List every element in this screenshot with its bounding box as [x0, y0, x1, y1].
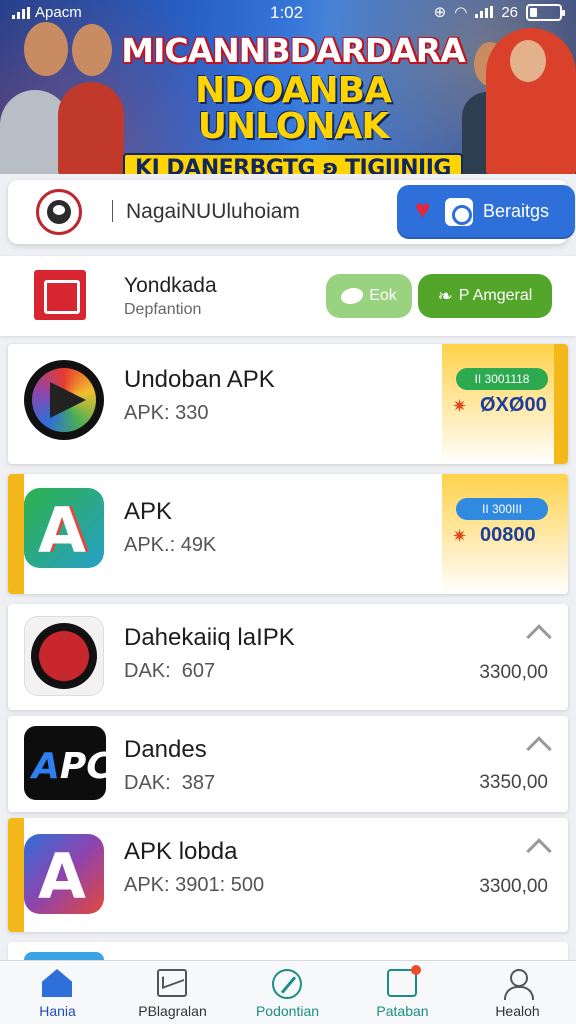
bird-button-label: Eok: [369, 287, 397, 304]
red-badge-icon: [24, 616, 104, 696]
category-button[interactable]: ❧ P Amgeral: [418, 274, 552, 318]
nav-home[interactable]: Hania: [0, 961, 115, 1024]
home-icon: [42, 969, 72, 997]
cell-signal-icon: [475, 6, 494, 18]
app-subtitle: APK: 3901: 500: [124, 874, 265, 896]
chevron-up-icon[interactable]: [526, 624, 552, 650]
banner-line-3: KI DANERBGTG ʚ TIGIINIIG: [123, 153, 463, 174]
app-card[interactable]: A APK lobda APK: 3901: 500 3300,00: [8, 818, 568, 932]
compass-icon: [272, 969, 302, 999]
vpn-icon: ⊕: [433, 4, 447, 21]
app-subtitle: APK.: 49K: [124, 534, 217, 556]
app-title: APK lobda: [124, 838, 238, 865]
favorites-button[interactable]: ♥ Beraitgs: [397, 185, 575, 239]
bird-button[interactable]: Eok: [326, 274, 412, 318]
developer-name: Yondkada: [124, 274, 217, 297]
app-card[interactable]: A APK APK.: 49K II 300III ✷ 00800: [8, 474, 568, 594]
seal-logo-icon: [36, 189, 82, 235]
status-icons: ⊕ ◠ 26: [433, 3, 565, 21]
developer-subtitle: Depfantion: [124, 301, 202, 318]
banner-line-2: NDOANBA UNLONAK: [195, 70, 392, 147]
bird-icon: [341, 288, 364, 304]
search-bar[interactable]: NagaiNUUluhoiam ♥ Beraitgs: [8, 180, 575, 244]
badge-value: ØXØ00: [480, 394, 547, 416]
search-input[interactable]: NagaiNUUluhoiam: [126, 200, 300, 224]
app-subtitle: DAK: 607: [124, 660, 216, 682]
nav-label: Healoh: [495, 1003, 540, 1019]
chevron-up-icon[interactable]: [526, 736, 552, 762]
app-subtitle: DAK: 387: [124, 772, 216, 794]
icon-letters-pc: PC: [59, 746, 113, 787]
chevron-up-icon[interactable]: [526, 838, 552, 864]
apc-logo-icon: APC: [24, 726, 113, 800]
clipboard-icon: [387, 965, 421, 997]
promo-banner[interactable]: Apacm 1:02 ⊕ ◠ 26 MICANNBDARDARA NDOANBA…: [0, 0, 576, 174]
clock: 1:02: [270, 3, 304, 22]
banner-title: MICANNBDARDARA NDOANBA UNLONAK KI DANERB…: [118, 34, 468, 174]
app-price: 3300,00: [479, 662, 548, 683]
apk-a-icon: A: [24, 488, 104, 568]
app-price: 3350,00: [479, 772, 548, 793]
app-subtitle: APK: 330: [124, 402, 209, 424]
app-title: Dahekaiiq laIPK: [124, 624, 295, 651]
developer-logo-icon: [34, 270, 86, 320]
badge-top-label: II 300III: [456, 498, 548, 520]
banner-person-4-head: [510, 40, 546, 82]
search-divider: [112, 200, 113, 222]
app-card[interactable]: APC Dandes DAK: 387 3350,00: [8, 716, 568, 812]
banner-person-2-head: [72, 24, 112, 76]
status-bar: Apacm 1:02 ⊕ ◠ 26: [0, 0, 576, 28]
user-icon: [502, 969, 534, 1000]
app-title: Dandes: [124, 736, 207, 763]
promo-badge[interactable]: II 3001118 ✷ ØXØ00: [442, 344, 568, 464]
star-icon: ✷: [452, 526, 468, 546]
category-button-label: P Amgeral: [458, 287, 533, 304]
signal-icon: [12, 6, 30, 19]
banner-person-2: [58, 82, 124, 174]
nav-explore[interactable]: Podontian: [230, 961, 345, 1024]
developer-row[interactable]: Yondkada Depfantion Eok ❧ P Amgeral: [0, 256, 576, 336]
list-item[interactable]: [8, 942, 568, 962]
nav-clipboard[interactable]: Pataban: [345, 961, 460, 1024]
app-card[interactable]: Undoban APK APK: 330 II 3001118 ✷ ØXØ00: [8, 344, 568, 464]
nav-profile[interactable]: Healoh: [460, 961, 575, 1024]
badge-value: 00800: [480, 524, 536, 546]
star-icon: ✷: [452, 396, 468, 416]
promo-badge[interactable]: II 300III ✷ 00800: [442, 474, 568, 594]
banner-line-1: MICANNBDARDARA: [121, 31, 466, 70]
nav-label: Podontian: [255, 1003, 320, 1019]
battery-fill: [530, 7, 537, 17]
banner-person-1-head: [24, 22, 68, 76]
app-title: APK: [124, 498, 173, 525]
apk-gradient-icon: A: [24, 834, 104, 914]
mail-icon: [157, 969, 187, 997]
battery-icon: [526, 3, 565, 21]
app-title: Undoban APK: [124, 366, 275, 393]
favorites-button-label: Beraitgs: [483, 201, 550, 221]
app-card[interactable]: Dahekaiiq laIPK DAK: 607 3300,00: [8, 604, 568, 710]
icon-letter-a: A: [32, 746, 60, 787]
wifi-icon: ◠: [454, 4, 468, 21]
app-price: 3300,00: [479, 876, 548, 897]
nav-label: PBlagralan: [138, 1003, 207, 1019]
heart-icon: ♥: [415, 194, 431, 224]
badge-top-label: II 3001118: [456, 368, 548, 390]
battery-percent: 26: [501, 3, 518, 21]
carrier: Apacm: [12, 4, 82, 21]
bag-icon: [445, 198, 473, 226]
carrier-name: Apacm: [35, 4, 82, 21]
nav-messages[interactable]: PBlagralan: [115, 961, 230, 1024]
nav-label: Hania: [39, 1003, 76, 1019]
round-logo-icon: [24, 360, 104, 440]
leaf-icon: ❧: [437, 285, 453, 306]
nav-label: Pataban: [376, 1003, 429, 1019]
bottom-nav: Hania PBlagralan Podontian Pataban Healo…: [0, 960, 576, 1024]
